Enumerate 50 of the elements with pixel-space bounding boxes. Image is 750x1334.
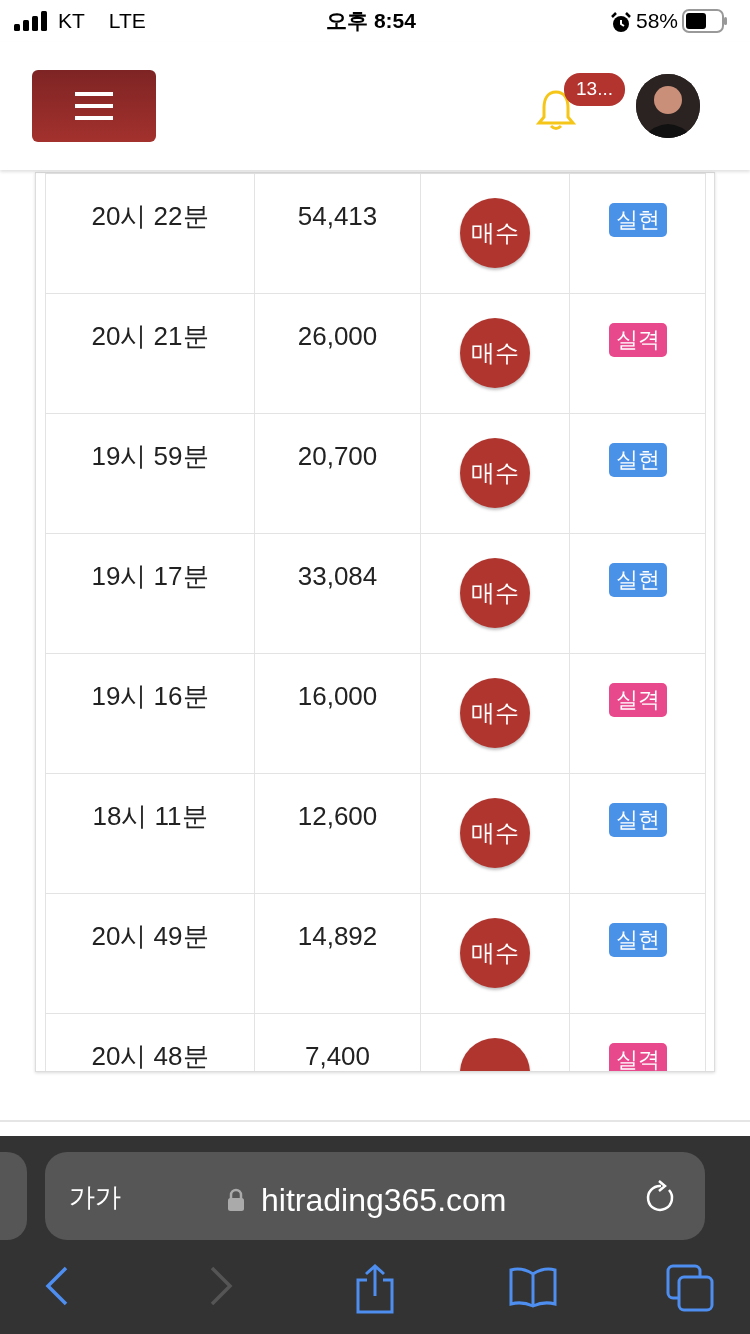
time-cell: 20시 22분	[91, 200, 209, 232]
bell-icon[interactable]	[536, 89, 576, 131]
notification-badge: 13...	[564, 73, 625, 106]
battery-icon	[682, 9, 728, 33]
bookmarks-icon[interactable]	[508, 1266, 558, 1308]
buy-button[interactable]: 매수	[460, 798, 530, 868]
time-cell: 20시 49분	[91, 920, 209, 952]
time-cell: 19시 17분	[91, 560, 209, 592]
result-tag: 실현	[608, 923, 667, 957]
result-tag: 실현	[608, 803, 667, 837]
time-cell: 20시 21분	[91, 320, 209, 352]
tabs-icon[interactable]	[666, 1264, 714, 1312]
buy-button[interactable]: 매수	[460, 318, 530, 388]
result-tag: 실현	[608, 203, 667, 237]
result-tag: 실격	[608, 683, 667, 717]
url-text: hitrading365.com	[261, 1181, 507, 1220]
time-cell: 18시 11분	[92, 800, 208, 832]
amount-cell: 16,000	[297, 680, 378, 712]
time-cell: 19시 16분	[91, 680, 209, 712]
amount-cell: 54,413	[297, 200, 378, 232]
amount-cell: 26,000	[297, 320, 378, 352]
buy-button[interactable]: 매수	[460, 558, 530, 628]
battery-percent: 58%	[635, 8, 678, 35]
lock-icon	[227, 1188, 245, 1212]
carrier-name: KT	[58, 8, 85, 35]
clock-time: 오후 8:54	[326, 8, 416, 35]
address-bar[interactable]: 가가 hitrading365.com	[45, 1152, 705, 1240]
buy-button[interactable]: 매수	[460, 198, 530, 268]
buy-button[interactable]: 매수	[460, 918, 530, 988]
back-icon[interactable]	[44, 1266, 70, 1306]
menu-button[interactable]	[32, 70, 156, 142]
time-cell: 19시 59분	[91, 440, 209, 472]
amount-cell: 20,700	[297, 440, 378, 472]
share-icon[interactable]	[354, 1264, 396, 1314]
buy-button[interactable]: 매수	[460, 678, 530, 748]
avatar[interactable]	[636, 74, 700, 138]
amount-cell: 33,084	[297, 560, 378, 592]
signal-icon	[14, 11, 50, 31]
text-size-button[interactable]: 가가	[69, 1178, 121, 1217]
amount-cell: 14,892	[297, 920, 378, 952]
amount-cell: 12,600	[297, 800, 378, 832]
result-tag: 실현	[608, 443, 667, 477]
result-tag: 실현	[608, 563, 667, 597]
buy-button[interactable]: 매수	[460, 438, 530, 508]
menu-icon	[75, 92, 113, 120]
result-tag: 실격	[608, 323, 667, 357]
result-tag: 실격	[608, 1043, 667, 1071]
network-type: LTE	[108, 8, 146, 35]
amount-cell: 7,400	[304, 1040, 371, 1071]
time-cell: 20시 48분	[91, 1040, 209, 1071]
